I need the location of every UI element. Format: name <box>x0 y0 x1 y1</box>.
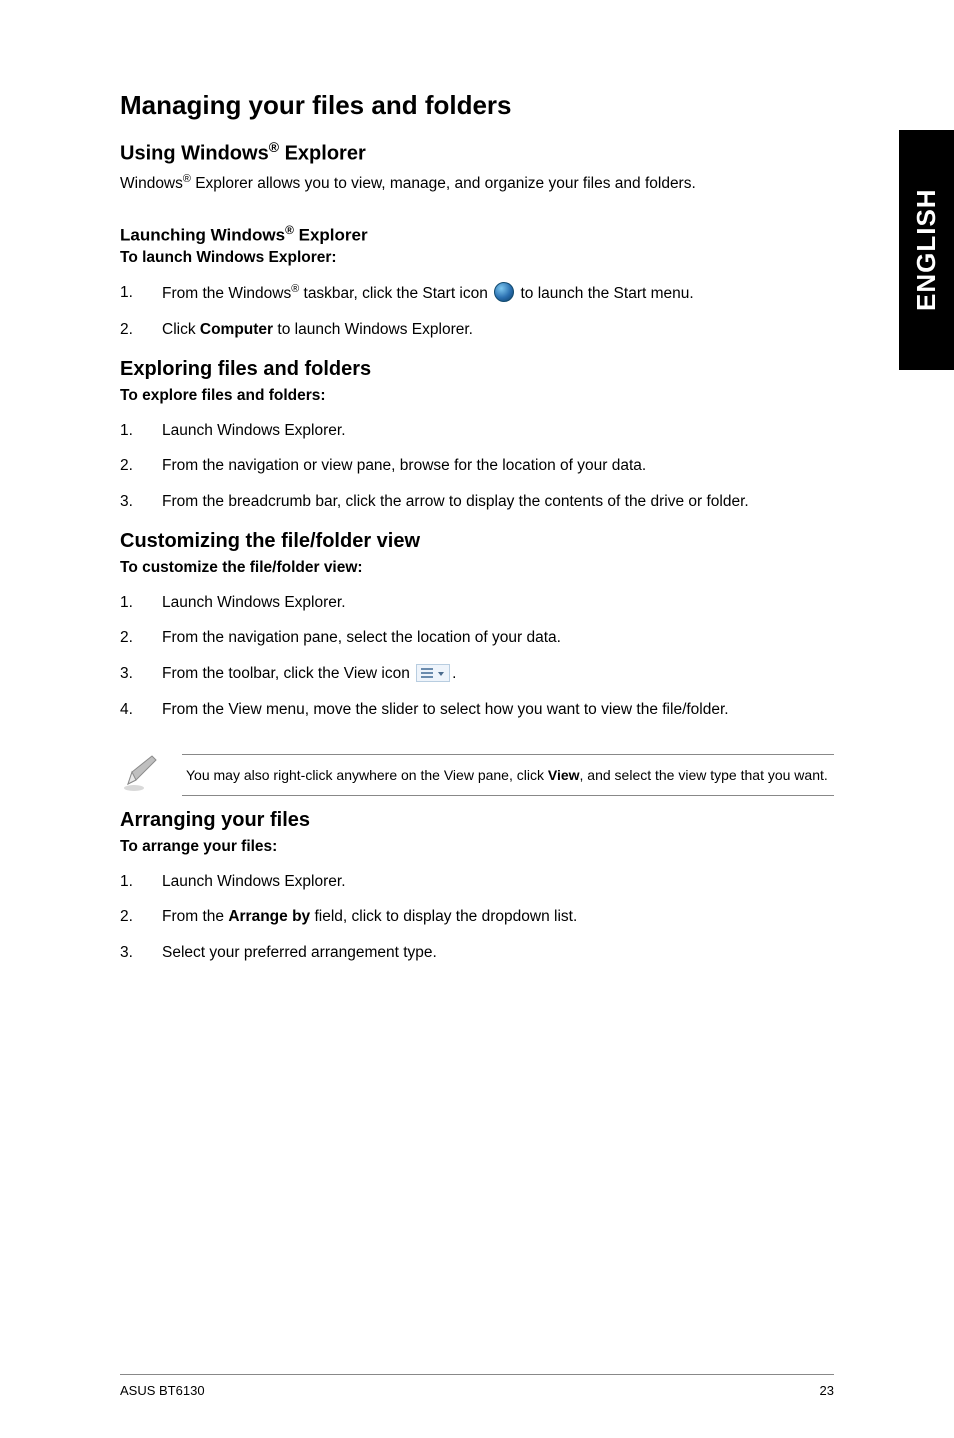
instruction-label: To explore files and folders: <box>120 387 834 405</box>
step-number: 3. <box>120 491 133 513</box>
step-number: 1. <box>120 592 133 614</box>
heading-text: Launching Windows <box>120 225 285 244</box>
page-title: Managing your files and folders <box>120 90 834 121</box>
reg-mark: ® <box>183 173 191 185</box>
instruction-label: To customize the file/folder view: <box>120 559 834 577</box>
text: Launch Windows Explorer. <box>162 873 346 890</box>
text: to launch the Start menu. <box>516 285 694 302</box>
bold-text: Computer <box>200 321 273 338</box>
list-item: 3.From the toolbar, click the View icon … <box>120 656 834 692</box>
text: , and select the view type that you want… <box>580 767 828 783</box>
pencil-note-icon <box>120 754 160 799</box>
step-number: 2. <box>120 319 133 341</box>
subsection-customizing: Customizing the file/folder view <box>120 530 834 553</box>
instruction-label: To launch Windows Explorer: <box>120 249 834 267</box>
step-number: 2. <box>120 627 133 649</box>
subsection-arranging: Arranging your files <box>120 809 834 832</box>
text: Explorer allows you to view, manage, and… <box>191 175 696 192</box>
reg-mark: ® <box>285 223 294 237</box>
bold-text: Arrange by <box>228 908 310 925</box>
footer-product: ASUS BT6130 <box>120 1383 205 1398</box>
step-list: 1. Launch Windows Explorer. 2. From the Ar… <box>120 864 834 971</box>
text: Launch Windows Explorer. <box>162 594 346 611</box>
text: From the breadcrumb bar, click the arrow… <box>162 493 749 510</box>
page-footer: ASUS BT6130 23 <box>120 1374 834 1398</box>
subsection-exploring: Exploring files and folders <box>120 358 834 381</box>
text: field, click to display the dropdown lis… <box>310 908 577 925</box>
step-number: 2. <box>120 906 133 928</box>
note-text: You may also right-click anywhere on the… <box>182 754 834 796</box>
heading-text: Explorer <box>279 143 366 165</box>
text: From the navigation pane, select the loc… <box>162 629 561 646</box>
list-item: 1. Launch Windows Explorer. <box>120 585 834 621</box>
list-item: 1. Launch Windows Explorer. <box>120 864 834 900</box>
step-number: 1. <box>120 420 133 442</box>
step-list: 1. Launch Windows Explorer. 2. From the na… <box>120 413 834 520</box>
step-number: 3. <box>120 663 133 685</box>
list-item: 2. From the Arrange by field, click to di… <box>120 899 834 935</box>
heading-text: Explorer <box>294 225 368 244</box>
text: You may also right-click anywhere on the… <box>186 767 548 783</box>
text: From the <box>162 908 228 925</box>
step-list: 1. From the Windows® taskbar, click the … <box>120 275 834 348</box>
list-item: 4. From the View menu, move the slider to… <box>120 692 834 728</box>
text: Launch Windows Explorer. <box>162 422 346 439</box>
step-number: 1. <box>120 282 133 304</box>
text: From the navigation or view pane, browse… <box>162 457 646 474</box>
step-number: 1. <box>120 871 133 893</box>
subsection-using-explorer: Using Windows® Explorer <box>120 139 834 166</box>
step-number: 3. <box>120 942 133 964</box>
instruction-label: To arrange your files: <box>120 838 834 856</box>
view-dropdown-icon <box>416 664 450 682</box>
text: From the Windows <box>162 285 291 302</box>
step-number: 4. <box>120 699 133 721</box>
list-item: 2. Click Computer to launch Windows Expl… <box>120 312 834 348</box>
list-item: 1. From the Windows® taskbar, click the … <box>120 275 834 312</box>
step-list: 1. Launch Windows Explorer. 2. From the na… <box>120 585 834 728</box>
body-text: Windows® Explorer allows you to view, ma… <box>120 172 834 195</box>
text: Click <box>162 321 200 338</box>
list-item: 2. From the navigation or view pane, brow… <box>120 448 834 484</box>
text: From the View menu, move the slider to s… <box>162 701 729 718</box>
subsubsection-launching: Launching Windows® Explorer <box>120 223 834 246</box>
page-content: Managing your files and folders Using Wi… <box>0 0 954 1438</box>
text: From the toolbar, click the View icon <box>162 665 414 682</box>
reg-mark: ® <box>291 283 299 295</box>
note-block: You may also right-click anywhere on the… <box>120 754 834 799</box>
text: to launch Windows Explorer. <box>273 321 473 338</box>
reg-mark: ® <box>269 139 279 155</box>
text: taskbar, click the Start icon <box>299 285 492 302</box>
list-item: 3. From the breadcrumb bar, click the arr… <box>120 484 834 520</box>
bold-text: View <box>548 767 580 783</box>
windows-start-icon <box>494 282 514 302</box>
list-item: 3. Select your preferred arrangement type… <box>120 935 834 971</box>
heading-text: Using Windows <box>120 143 269 165</box>
text: Windows <box>120 175 183 192</box>
text: Select your preferred arrangement type. <box>162 944 437 961</box>
text: . <box>452 665 456 682</box>
list-item: 1. Launch Windows Explorer. <box>120 413 834 449</box>
list-item: 2. From the navigation pane, select the l… <box>120 620 834 656</box>
step-number: 2. <box>120 455 133 477</box>
footer-page-number: 23 <box>820 1383 834 1398</box>
